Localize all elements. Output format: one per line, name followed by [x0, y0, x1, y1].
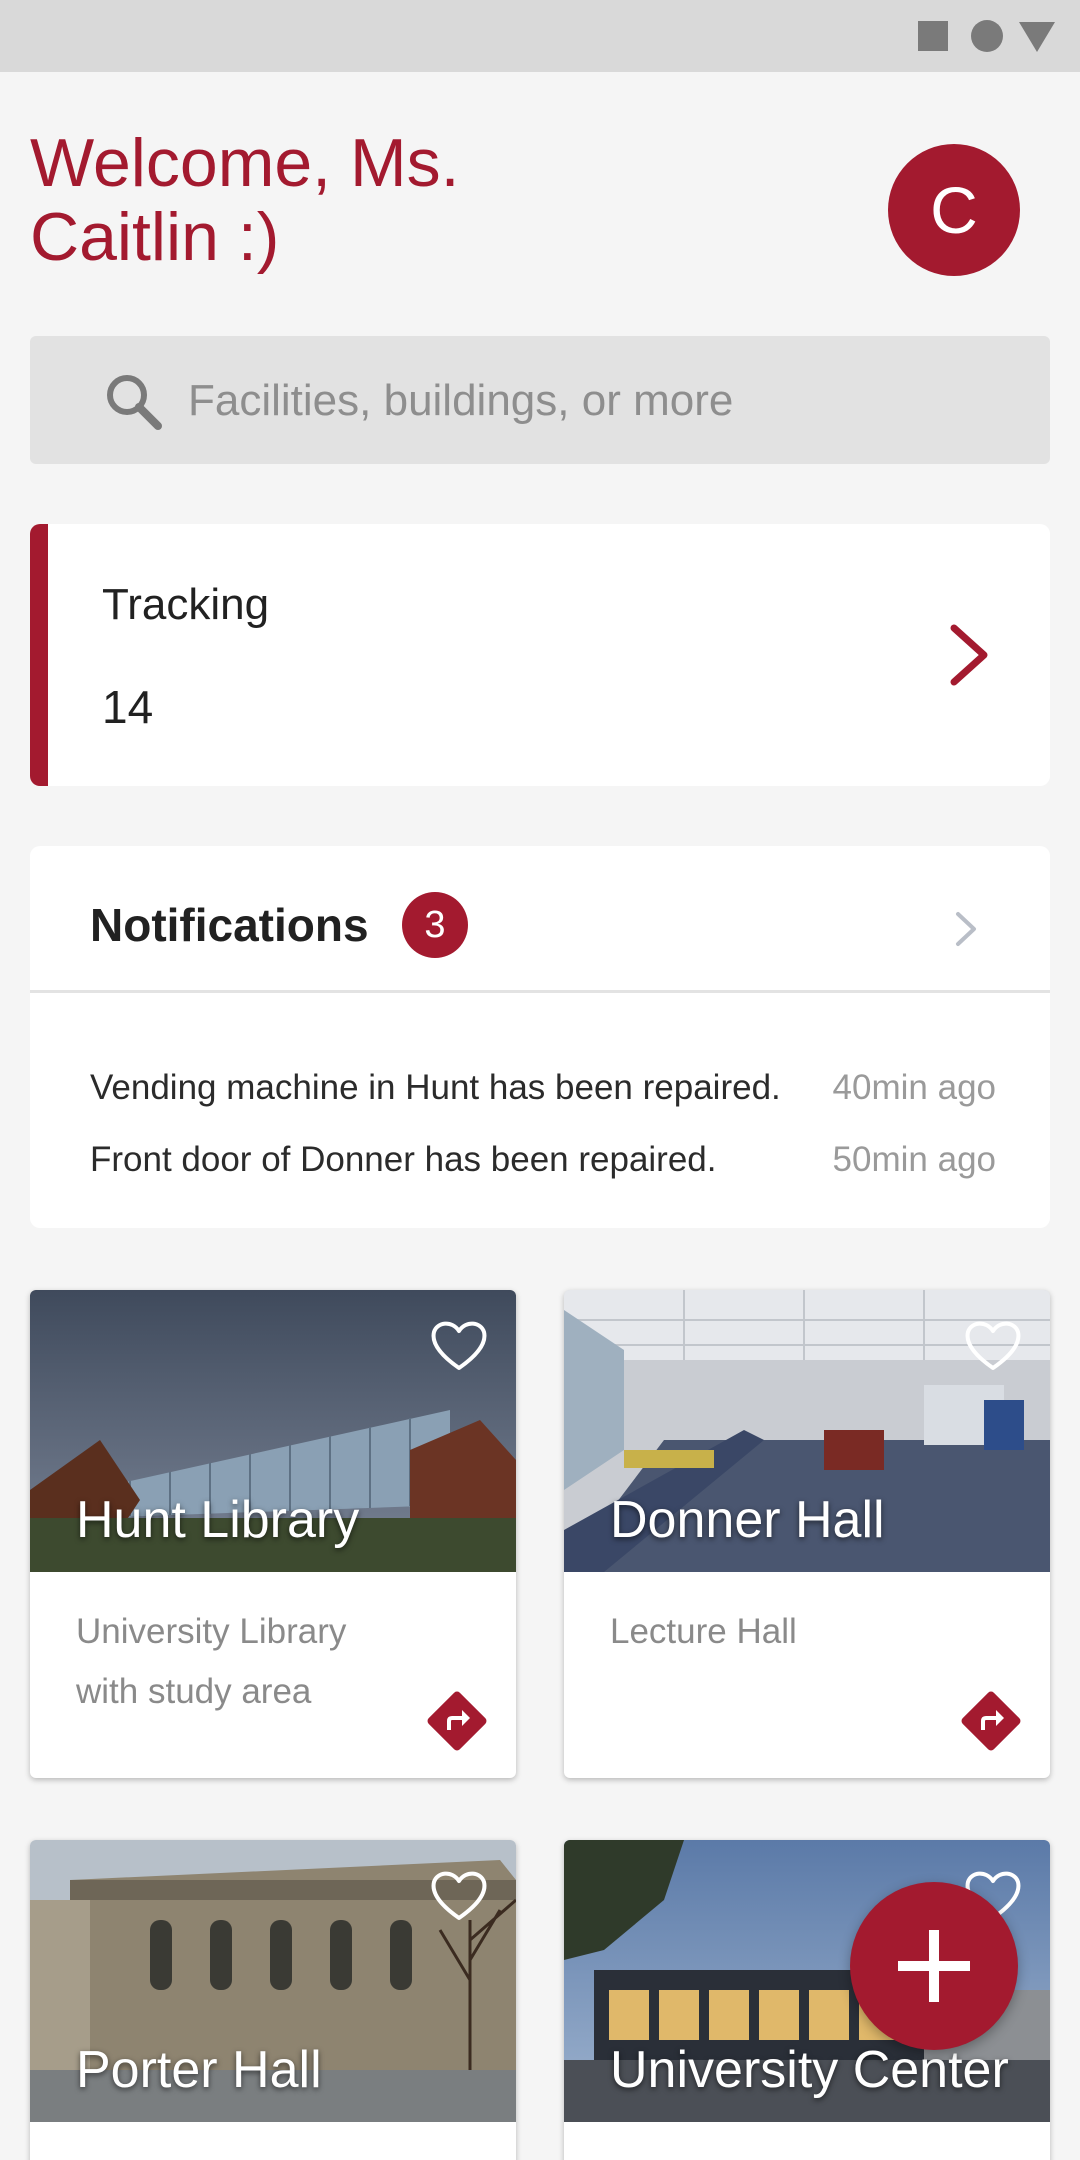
tracking-accent-bar	[30, 524, 48, 786]
tracking-card[interactable]: Tracking 14	[30, 524, 1050, 786]
back-icon	[1019, 22, 1055, 52]
notifications-title: Notifications	[90, 899, 369, 951]
search-icon	[107, 375, 162, 430]
notifications-badge: 3	[402, 892, 468, 958]
notification-time: 40min ago	[832, 1068, 996, 1107]
tracking-count: 14	[102, 681, 154, 733]
place-name: Donner Hall	[610, 1491, 885, 1549]
place-name: Porter Hall	[76, 2041, 322, 2099]
notification-time: 50min ago	[832, 1140, 996, 1179]
heart-outline-icon[interactable]	[428, 1866, 490, 1924]
notification-text: Vending machine in Hunt has been repaire…	[90, 1068, 781, 1107]
plus-icon	[898, 1930, 970, 2002]
notification-text: Front door of Donner has been repaired.	[90, 1140, 717, 1179]
heart-outline-icon[interactable]	[962, 1316, 1024, 1374]
notification-item[interactable]: Vending machine in Hunt has been repaire…	[90, 1068, 996, 1108]
welcome-heading: Welcome, Ms. Caitlin :)	[30, 125, 460, 275]
directions-icon[interactable]	[958, 1688, 1024, 1754]
avatar[interactable]: C	[888, 144, 1020, 276]
place-description: Lecture Hall	[610, 1612, 797, 1651]
notifications-badge-count: 3	[424, 903, 446, 946]
chevron-right-icon[interactable]	[946, 904, 986, 954]
avatar-initial: C	[930, 173, 978, 247]
notifications-divider	[30, 990, 1050, 993]
place-card-donner-hall[interactable]: Donner Hall Lecture Hall	[564, 1290, 1050, 1778]
home-icon	[971, 20, 1003, 52]
place-name: University Center	[610, 2041, 1009, 2099]
search-bar[interactable]	[30, 336, 1050, 464]
place-card-porter-hall[interactable]: Porter Hall	[30, 1840, 516, 2160]
recent-apps-icon	[918, 21, 948, 51]
status-bar	[0, 0, 1080, 72]
notification-item[interactable]: Front door of Donner has been repaired. …	[90, 1140, 996, 1180]
search-input[interactable]	[188, 366, 1008, 436]
heart-outline-icon[interactable]	[428, 1316, 490, 1374]
place-name: Hunt Library	[76, 1491, 360, 1549]
place-description: University Library with study area	[76, 1612, 347, 1711]
tracking-label: Tracking	[102, 580, 270, 629]
chevron-right-icon[interactable]	[940, 620, 1000, 690]
add-fab-button[interactable]	[850, 1882, 1018, 2050]
place-card-hunt-library[interactable]: Hunt Library University Library with stu…	[30, 1290, 516, 1778]
directions-icon[interactable]	[424, 1688, 490, 1754]
notifications-card[interactable]: Notifications 3 Vending machine in Hunt …	[30, 846, 1050, 1228]
